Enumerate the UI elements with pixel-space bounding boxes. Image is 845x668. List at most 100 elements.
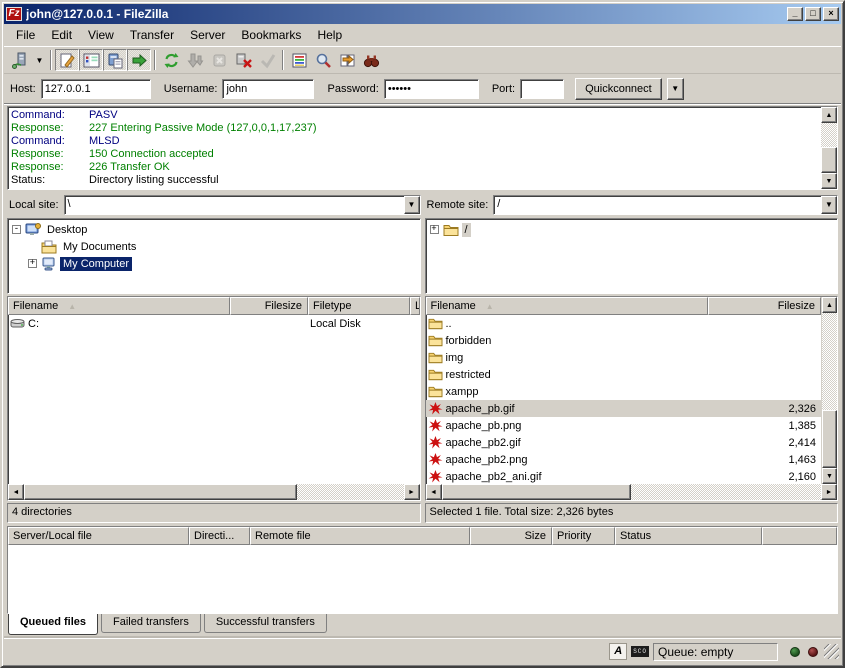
- remote-file-row[interactable]: apache_pb.png 1,385: [426, 417, 822, 434]
- column-header-filename[interactable]: Filename▲: [426, 297, 708, 315]
- column-header-filesize[interactable]: Filesize: [708, 297, 822, 315]
- local-file-row[interactable]: C: Local Disk: [8, 315, 420, 332]
- tab-successful-transfers[interactable]: Successful transfers: [204, 614, 327, 633]
- tab-failed-transfers[interactable]: Failed transfers: [101, 614, 201, 633]
- quickconnect-dropdown[interactable]: ▼: [667, 78, 684, 100]
- username-label: Username:: [164, 83, 218, 95]
- file-search-button[interactable]: [311, 49, 335, 71]
- filters-button[interactable]: [287, 49, 311, 71]
- column-header-direction[interactable]: Directi...: [189, 527, 250, 545]
- title-bar[interactable]: Fz john@127.0.0.1 - FileZilla _ □ ×: [4, 4, 841, 24]
- synchronized-browsing-button[interactable]: [359, 49, 383, 71]
- menu-edit[interactable]: Edit: [43, 26, 80, 44]
- tab-queued-files[interactable]: Queued files: [8, 614, 98, 635]
- chevron-down-icon[interactable]: ▼: [404, 196, 420, 214]
- tree-item-desktop[interactable]: - Desktop: [10, 221, 418, 238]
- column-header-filename[interactable]: Filename▲: [8, 297, 230, 315]
- remote-hscrollbar[interactable]: ◄ ►: [426, 484, 838, 500]
- menu-server[interactable]: Server: [182, 26, 233, 44]
- maximize-button[interactable]: □: [805, 7, 821, 21]
- expand-icon[interactable]: +: [28, 259, 37, 268]
- port-input[interactable]: [520, 79, 564, 99]
- menu-help[interactable]: Help: [309, 26, 350, 44]
- column-header-filesize[interactable]: Filesize: [230, 297, 308, 315]
- chevron-down-icon[interactable]: ▼: [821, 196, 837, 214]
- column-header-priority[interactable]: Priority: [552, 527, 615, 545]
- toggle-transfer-queue-button[interactable]: [127, 49, 151, 71]
- collapse-icon[interactable]: -: [12, 225, 21, 234]
- toggle-message-log-button[interactable]: [55, 49, 79, 71]
- log-scrollbar[interactable]: ▲ ▼: [821, 107, 837, 189]
- column-header-size[interactable]: Size: [470, 527, 552, 545]
- remote-folder-row[interactable]: xampp: [426, 383, 822, 400]
- scroll-left-icon[interactable]: ◄: [426, 484, 442, 500]
- column-header-remote-file[interactable]: Remote file: [250, 527, 470, 545]
- process-queue-button[interactable]: [183, 49, 207, 71]
- scroll-down-icon[interactable]: ▼: [821, 173, 837, 189]
- minimize-button[interactable]: _: [787, 7, 803, 21]
- toggle-local-tree-button[interactable]: [79, 49, 103, 71]
- directory-comparison-button[interactable]: [335, 49, 359, 71]
- scroll-up-icon[interactable]: ▲: [822, 297, 837, 313]
- remote-folder-row[interactable]: img: [426, 349, 822, 366]
- refresh-button[interactable]: [159, 49, 183, 71]
- close-button[interactable]: ×: [823, 7, 839, 21]
- log-line: Response:227 Entering Passive Mode (127,…: [11, 122, 819, 135]
- tree-item-my-computer[interactable]: + My Computer: [10, 255, 418, 272]
- menu-transfer[interactable]: Transfer: [122, 26, 182, 44]
- remote-file-row-selected[interactable]: apache_pb.gif 2,326: [426, 400, 822, 417]
- tree-item-my-documents[interactable]: My Documents: [10, 238, 418, 255]
- disconnect-icon: [235, 52, 252, 69]
- tree-item-root[interactable]: + /: [428, 221, 836, 238]
- menu-view[interactable]: View: [80, 26, 122, 44]
- local-site-combo[interactable]: \ ▼: [64, 195, 421, 215]
- toggle-remote-tree-button[interactable]: [103, 49, 127, 71]
- site-manager-icon: [12, 52, 29, 69]
- password-label: Password:: [327, 83, 378, 95]
- reconnect-button[interactable]: [255, 49, 279, 71]
- password-input[interactable]: [384, 79, 479, 99]
- remote-file-row[interactable]: apache_pb2.gif 2,414: [426, 434, 822, 451]
- local-tree: - Desktop My Documents + My Computer: [7, 218, 421, 294]
- scroll-up-icon[interactable]: ▲: [821, 107, 837, 123]
- quickconnect-button[interactable]: Quickconnect: [575, 78, 662, 100]
- tree-item-label: Desktop: [44, 223, 90, 237]
- site-manager-button[interactable]: [8, 49, 32, 71]
- remote-vscrollbar[interactable]: ▲ ▼: [821, 297, 837, 484]
- scroll-right-icon[interactable]: ►: [821, 484, 837, 500]
- local-list-rows: C: Local Disk: [8, 315, 420, 484]
- remote-file-row[interactable]: apache_pb2_ani.gif 2,160: [426, 468, 822, 484]
- disconnect-button[interactable]: [231, 49, 255, 71]
- remote-folder-row[interactable]: restricted: [426, 366, 822, 383]
- remote-folder-row[interactable]: ..: [426, 315, 822, 332]
- username-input[interactable]: [222, 79, 314, 99]
- column-header-server-local-file[interactable]: Server/Local file: [8, 527, 189, 545]
- menu-file[interactable]: File: [8, 26, 43, 44]
- column-header-lastmodified[interactable]: L: [410, 297, 420, 315]
- column-header-filetype[interactable]: Filetype: [308, 297, 410, 315]
- scroll-left-icon[interactable]: ◄: [8, 484, 24, 500]
- scrollbar-thumb[interactable]: [822, 410, 837, 468]
- remote-file-name: apache_pb.gif: [446, 403, 515, 415]
- expand-icon[interactable]: +: [430, 225, 439, 234]
- local-hscrollbar[interactable]: ◄ ►: [8, 484, 420, 500]
- folder-icon: [428, 317, 443, 330]
- remote-site-combo[interactable]: / ▼: [493, 195, 838, 215]
- cancel-operation-button[interactable]: [207, 49, 231, 71]
- scrollbar-thumb[interactable]: [821, 147, 837, 173]
- remote-file-name: apache_pb.png: [446, 420, 522, 432]
- host-input[interactable]: [41, 79, 151, 99]
- scroll-down-icon[interactable]: ▼: [822, 468, 837, 484]
- tree-item-label: My Computer: [60, 257, 132, 271]
- remote-file-row[interactable]: apache_pb2.png 1,463: [426, 451, 822, 468]
- site-manager-dropdown[interactable]: ▼: [32, 49, 47, 71]
- resize-grip[interactable]: [824, 644, 839, 659]
- column-header-status[interactable]: Status: [615, 527, 762, 545]
- scroll-right-icon[interactable]: ►: [404, 484, 420, 500]
- scrollbar-thumb[interactable]: [442, 484, 632, 500]
- remote-folder-row[interactable]: forbidden: [426, 332, 822, 349]
- menu-bookmarks[interactable]: Bookmarks: [233, 26, 309, 44]
- scrollbar-thumb[interactable]: [24, 484, 297, 500]
- local-list-header: Filename▲ Filesize Filetype L: [8, 297, 420, 315]
- toolbar: ▼: [4, 46, 841, 74]
